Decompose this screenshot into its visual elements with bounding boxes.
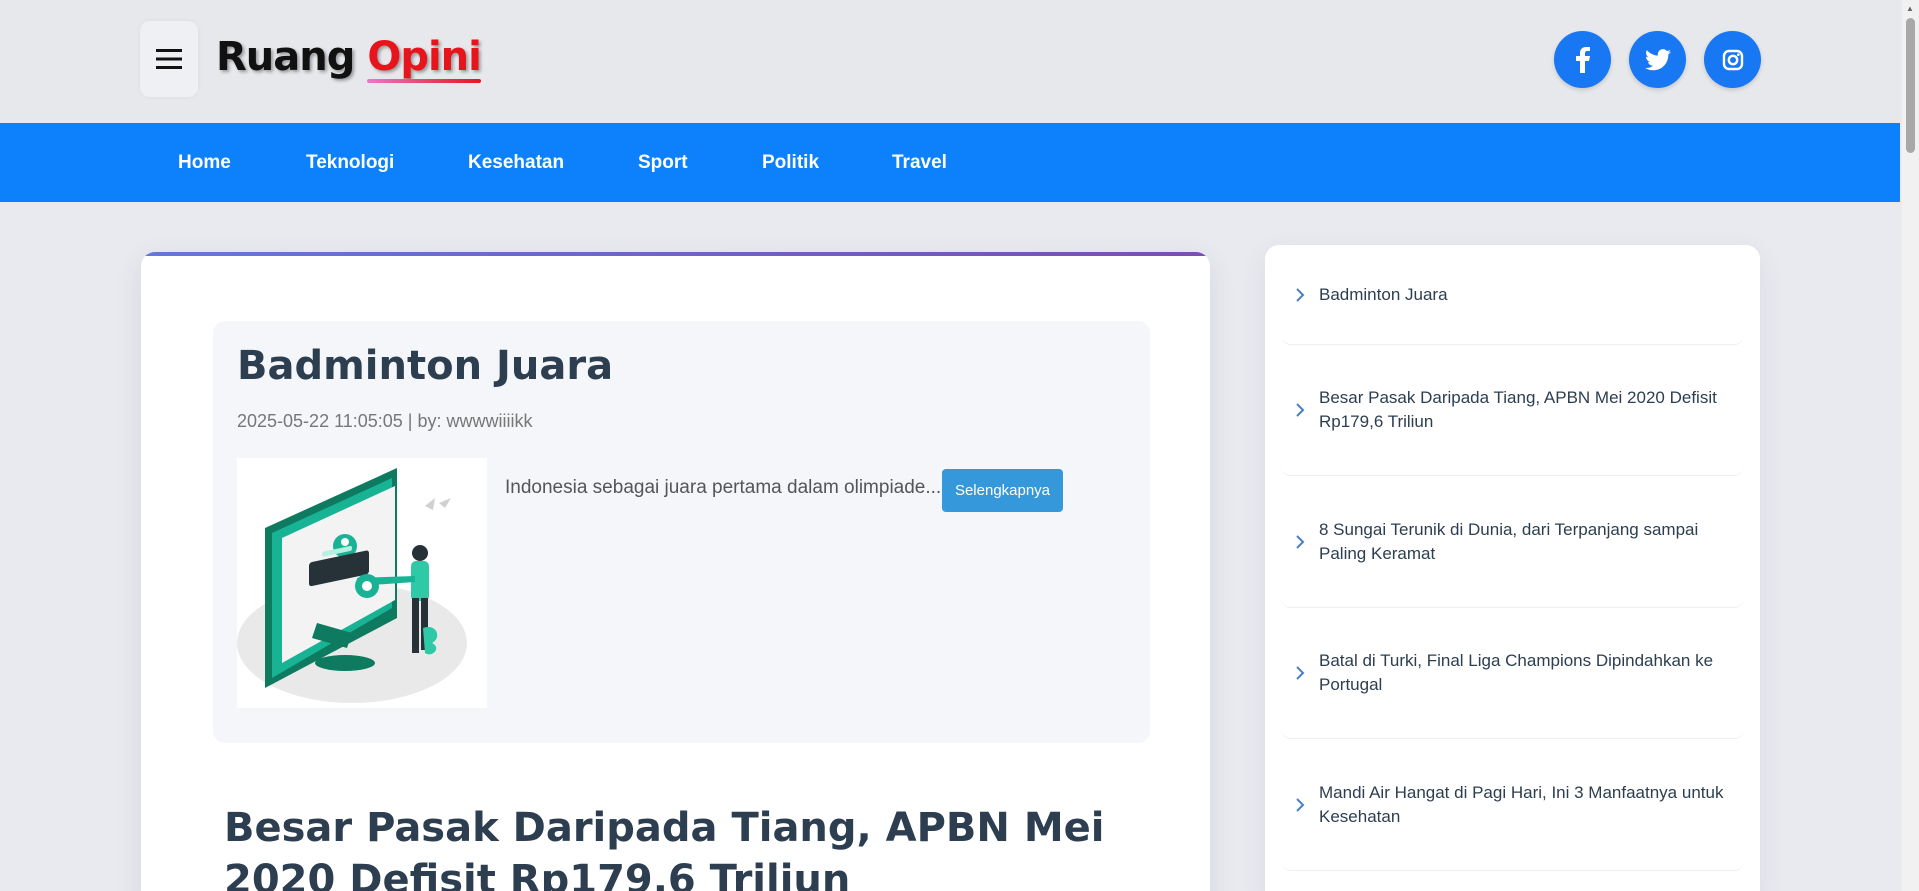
instagram-button[interactable] xyxy=(1704,31,1761,88)
post-title-2[interactable]: Besar Pasak Daripada Tiang, APBN Mei 202… xyxy=(224,802,1154,891)
twitter-icon xyxy=(1644,48,1671,70)
sidebar-item-air-hangat[interactable]: Mandi Air Hangat di Pagi Hari, Ini 3 Man… xyxy=(1281,739,1744,871)
facebook-button[interactable] xyxy=(1554,31,1611,88)
sidebar-item-label: 8 Sungai Terunik di Dunia, dari Terpanja… xyxy=(1319,519,1699,563)
sidebar-item-label: Badminton Juara xyxy=(1319,284,1448,304)
sidebar-item-badminton[interactable]: Badminton Juara xyxy=(1281,245,1744,345)
twitter-button[interactable] xyxy=(1629,31,1686,88)
sidebar-item-label: Mandi Air Hangat di Pagi Hari, Ini 3 Man… xyxy=(1319,782,1724,826)
scrollbar-thumb[interactable] xyxy=(1906,18,1915,153)
chevron-right-icon xyxy=(1281,402,1319,418)
logo-text-opini: Opini xyxy=(367,34,482,80)
site-header: Ruang Opini xyxy=(0,0,1900,123)
hamburger-icon xyxy=(156,49,182,69)
scroll-up-arrow-icon[interactable]: ▲ xyxy=(1906,4,1914,13)
post-thumbnail[interactable] xyxy=(237,458,487,708)
sidebar-item-sungai[interactable]: 8 Sungai Terunik di Dunia, dari Terpanja… xyxy=(1281,476,1744,608)
user-login-illustration xyxy=(237,468,467,703)
nav-item-teknologi[interactable]: Teknologi xyxy=(306,123,394,202)
nav-item-travel[interactable]: Travel xyxy=(892,123,947,202)
chevron-right-icon xyxy=(1281,534,1319,550)
nav-item-kesehatan[interactable]: Kesehatan xyxy=(468,123,564,202)
site-logo[interactable]: Ruang Opini xyxy=(216,34,482,80)
post-meta: 2025-05-22 11:05:05 | by: wwwwiiiikk xyxy=(237,411,533,431)
nav-item-sport[interactable]: Sport xyxy=(638,123,688,202)
logo-text-ruang: Ruang xyxy=(216,34,355,80)
sidebar-item-label: Batal di Turki, Final Liga Champions Dip… xyxy=(1319,651,1714,694)
sidebar-item-apbn[interactable]: Besar Pasak Daripada Tiang, APBN Mei 202… xyxy=(1281,345,1744,476)
menu-button[interactable] xyxy=(140,21,198,97)
instagram-icon xyxy=(1722,49,1743,70)
chevron-right-icon xyxy=(1281,287,1319,303)
page-scrollbar[interactable]: ▲ xyxy=(1902,0,1919,891)
post-title[interactable]: Badminton Juara xyxy=(237,343,613,389)
main-navbar: Home Teknologi Kesehatan Sport Politik T… xyxy=(0,123,1900,202)
facebook-icon xyxy=(1575,46,1590,73)
post-excerpt: Indonesia sebagai juara pertama dalam ol… xyxy=(505,477,942,498)
nav-item-politik[interactable]: Politik xyxy=(762,123,819,202)
chevron-right-icon xyxy=(1281,665,1319,681)
sidebar-item-liga-champions[interactable]: Batal di Turki, Final Liga Champions Dip… xyxy=(1281,608,1744,739)
sidebar-recent-posts: Badminton Juara Besar Pasak Daripada Tia… xyxy=(1265,245,1760,891)
chevron-right-icon xyxy=(1281,797,1319,813)
sidebar-item-label: Besar Pasak Daripada Tiang, APBN Mei 202… xyxy=(1319,388,1717,431)
main-content-card: Badminton Juara 2025-05-22 11:05:05 | by… xyxy=(141,252,1210,891)
post-card: Badminton Juara 2025-05-22 11:05:05 | by… xyxy=(213,321,1150,743)
nav-item-home[interactable]: Home xyxy=(178,123,231,202)
read-more-button[interactable]: Selengkapnya xyxy=(942,469,1063,512)
